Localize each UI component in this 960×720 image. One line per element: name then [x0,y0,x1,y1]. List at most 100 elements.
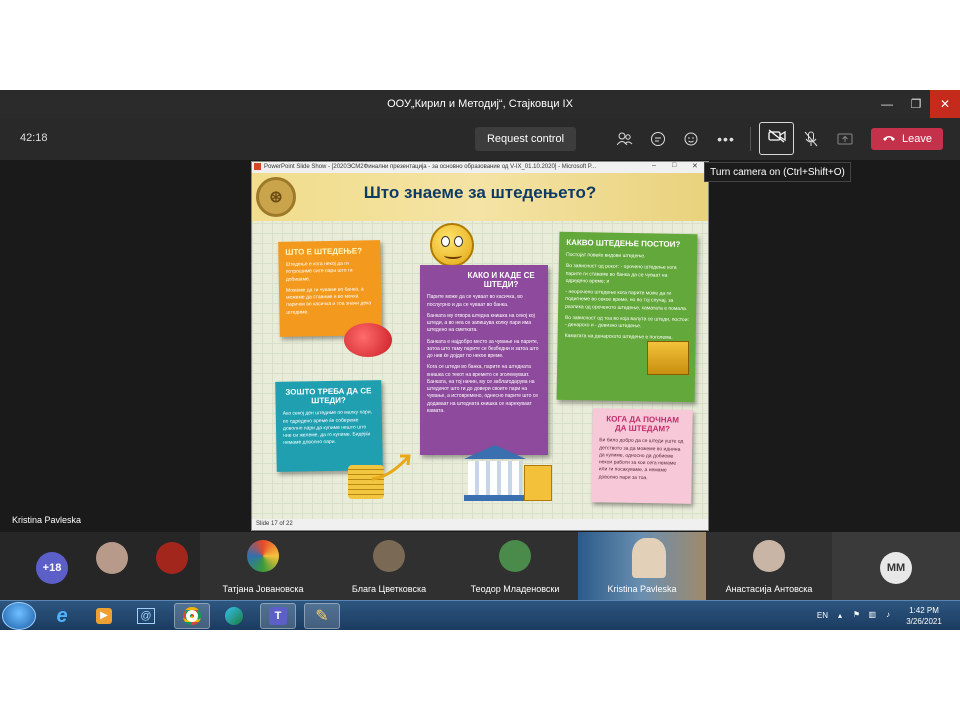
participant-tile[interactable]: Анастасија Антовска [706,532,832,600]
internet-explorer-icon[interactable]: e [44,603,80,629]
volume-icon[interactable]: ♪ [886,610,890,619]
meeting-timer: 42:18 [20,132,48,144]
camera-off-icon [767,129,786,148]
reactions-icon[interactable] [682,129,702,149]
chrome-icon[interactable] [174,603,210,629]
request-control-button[interactable]: Request control [475,127,576,151]
participant-video-tile[interactable]: Kristina Pavleska [578,532,706,600]
overflow-count: +18 [36,552,68,584]
chat-icon[interactable] [648,129,668,149]
share-tray-icon[interactable] [835,129,855,149]
note-text: Во зависност од тоа во која валута се шт… [564,314,689,330]
camera-button[interactable] [759,122,794,155]
media-player-icon[interactable]: ▶ [86,603,122,629]
participants-strip: +18 Татјана Јовановска Блага Цветковска … [0,532,960,600]
clock-date: 3/26/2021 [906,617,942,626]
start-button[interactable] [2,602,36,630]
participant-name: Анастасија Антовска [725,584,813,594]
participant-tile[interactable] [134,532,200,600]
powerpoint-titlebar: PowerPoint Slide Show - [2020ЭСМ2Финални… [252,162,708,173]
note-text: Постојат повеќе видови штедење. [566,252,646,260]
network-icon[interactable]: ▥ [868,610,876,619]
meeting-toolbar: 42:18 Request control ••• Leave [0,118,960,160]
participant-tile[interactable]: Теодор Младеновски [452,532,578,600]
note-text: - неорочено штедење кога парите може да … [565,289,688,312]
note-text: Штедење е кога некој да ги потрошиме сит… [285,260,353,283]
note-title: КАКО И КАДЕ СЕ ШТЕДИ? [467,271,535,290]
slide-status-bar: Slide 17 of 22 [252,519,708,530]
note-text: Парите може да се чуваат во касичка, во … [427,294,523,308]
avatar-initials: ММ [880,552,912,584]
powerpoint-icon [254,163,261,170]
avatar [499,540,531,572]
powerpoint-window: PowerPoint Slide Show - [2020ЭСМ2Финални… [251,161,709,531]
avatar [373,540,405,572]
close-button[interactable]: ✕ [930,90,960,118]
teams-icon[interactable]: T [260,603,296,629]
mail-icon[interactable]: @ [128,603,164,629]
slide: ⊛ Што знаеме за штедењето? ШТО Е ШТЕДЕЊЕ… [252,173,708,521]
more-options-icon[interactable]: ••• [716,129,736,149]
note-why-save: ЗОШТО ТРЕБА ДА СЕ ШТЕДИ? Ако секој ден ш… [275,380,383,472]
flag-icon[interactable]: ⚑ [853,610,860,619]
note-text: Во зависност од рокот: - орочено штедење… [565,263,677,285]
presenter-name: Kristina Pavleska [12,515,82,525]
slide-counter: Slide 17 of 22 [256,521,293,527]
ppt-minimize-icon[interactable]: – [652,162,656,169]
video-person [632,538,666,578]
participant-name: Татјана Јовановска [222,584,304,594]
phone-hangup-icon [882,133,896,145]
smiling-coin-icon [430,223,474,267]
note-title: КАКВО ШТЕДЕЊЕ ПОСТОИ? [566,237,681,249]
piggy-bank-icon [344,323,392,357]
note-types-of-saving: КАКВО ШТЕДЕЊЕ ПОСТОИ? Постојат повеќе ви… [556,231,698,403]
ppt-close-icon[interactable]: ✕ [692,162,698,170]
minimize-button[interactable]: — [872,90,902,118]
building-icon [524,465,552,501]
note-when-to-save: КОГА ДА ПОЧНАМ ДА ШТЕДАМ? Би било добро … [591,408,693,504]
participant-tile[interactable]: Блага Цветковска [326,532,452,600]
note-title: ШТО Е ШТЕДЕЊЕ? [285,246,363,257]
edge-icon[interactable] [216,603,252,629]
note-how-where-to-save: КАКО И КАДЕ СЕ ШТЕДИ? Парите може да се … [420,265,548,455]
avatar [247,540,279,572]
participants-icon[interactable] [615,129,635,149]
show-hidden-icons[interactable]: ▴ [838,611,842,620]
avatar [753,540,785,572]
note-title: ЗОШТО ТРЕБА ДА СЕ ШТЕДИ? [285,386,372,406]
participant-tile[interactable]: Татјана Јовановска [200,532,326,600]
arrow-icon [371,454,411,481]
shared-content-stage: PowerPoint Slide Show - [2020ЭСМ2Финални… [0,160,960,532]
participant-tile[interactable] [68,532,134,600]
avatar [156,542,188,574]
note-text: Кога се штеди во банка, парите на штедна… [427,364,539,414]
note-text: Ако секој ден штедиме по малку пари, по … [282,409,373,447]
note-text: Можеме да ги чуваме во банка, а можеме д… [285,286,372,316]
avatar [96,542,128,574]
note-text: Банката му отвора штедна книшка на секој… [427,312,535,334]
title-bar: ООУ„Кирил и Методиј“, Стајковци IX — ❐ ✕ [0,90,960,118]
paint-icon[interactable]: ✎ [304,603,340,629]
window-title: ООУ„Кирил и Методиј“, Стајковци IX [387,98,573,110]
note-text: Би било добро да се штеди уште од детств… [598,437,684,481]
teams-window: ООУ„Кирил и Методиј“, Стајковци IX — ❐ ✕… [0,90,960,630]
slide-title: Што знаеме за штедењето? [363,183,597,202]
powerpoint-title: PowerPoint Slide Show - [2020ЭСМ2Финални… [264,164,597,170]
camera-tooltip: Turn camera on (Ctrl+Shift+O) [704,162,851,182]
clock-time: 1:42 PM [909,606,939,615]
participant-name: Теодор Младеновски [470,584,560,594]
participant-tile[interactable]: ММ [832,532,960,600]
maximize-button[interactable]: ❐ [901,90,931,118]
ppt-maximize-icon[interactable]: □ [672,162,676,169]
mic-off-icon[interactable] [801,129,821,149]
bank-building-icon [464,445,526,503]
windows-taskbar: e ▶ @ T ✎ EN ▴ ⚑ ▥ ♪ 1:42 PM 3/26/2021 [0,600,960,630]
overflow-tile[interactable]: +18 [0,532,68,600]
clock[interactable]: 1:42 PM 3/26/2021 [896,605,952,627]
participant-name: Блага Цветковска [351,584,427,594]
leave-button[interactable]: Leave [871,128,943,150]
language-indicator[interactable]: EN [817,611,828,620]
leave-label: Leave [902,133,932,145]
participant-name: Kristina Pavleska [607,584,677,594]
note-title: КОГА ДА ПОЧНАМ ДА ШТЕДАМ? [606,414,680,434]
